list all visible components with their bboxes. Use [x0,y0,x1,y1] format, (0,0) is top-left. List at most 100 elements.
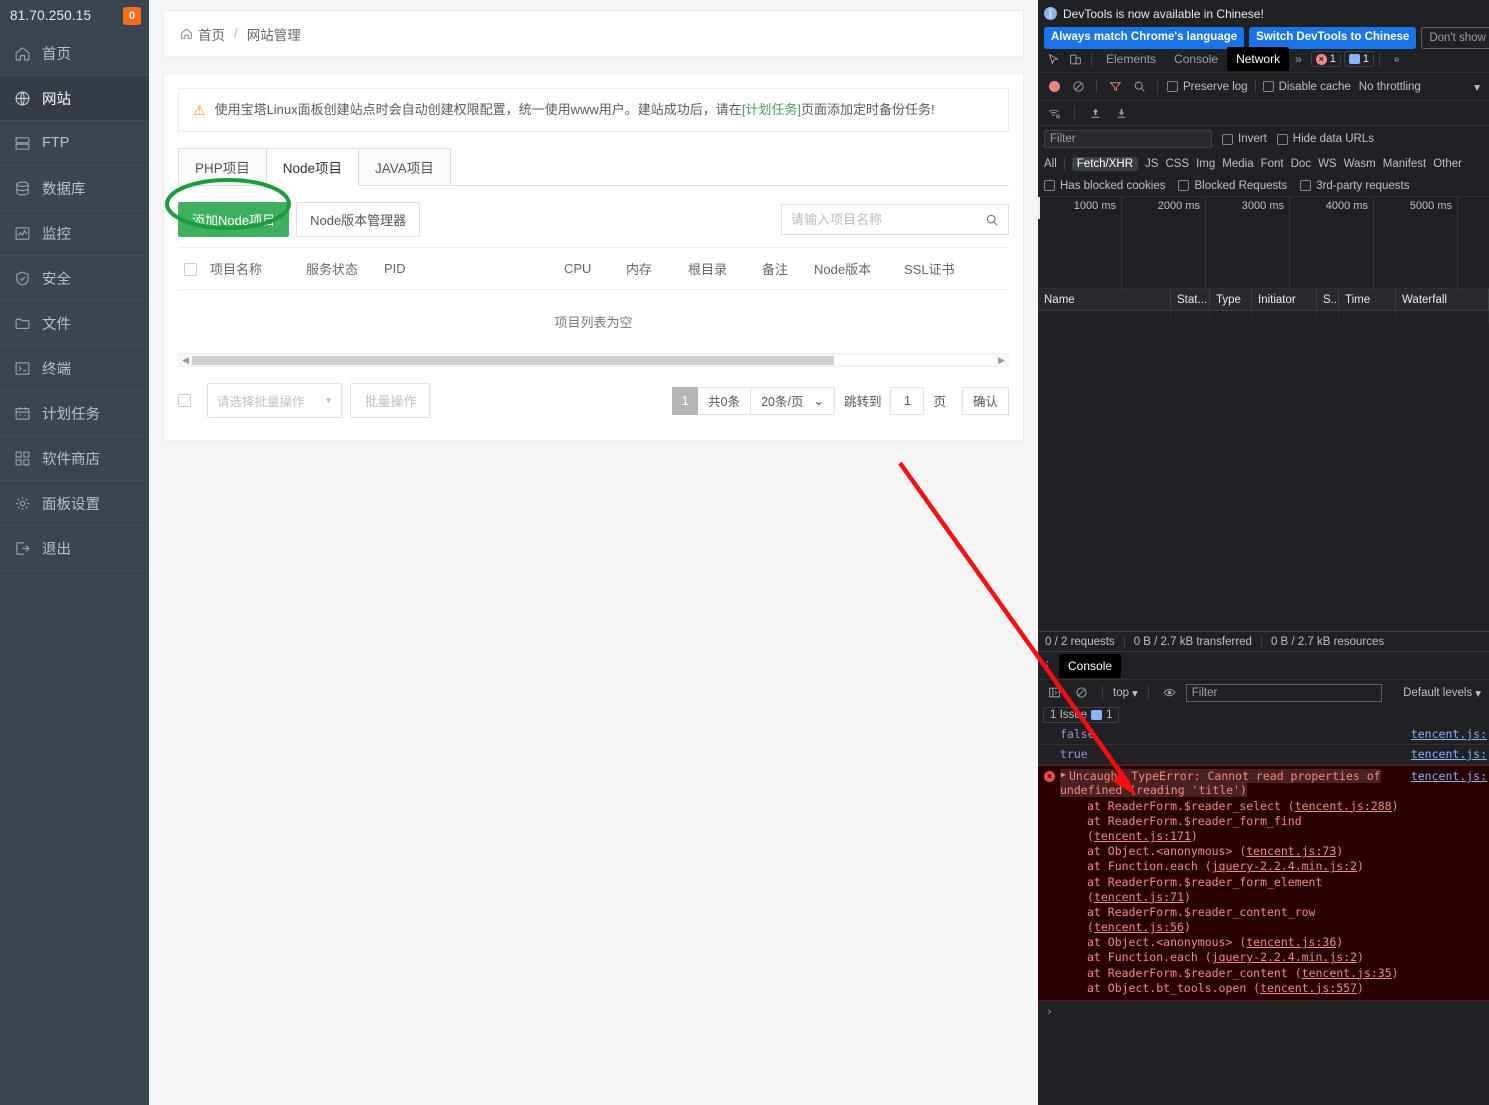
record-button[interactable] [1043,76,1065,98]
network-conditions-icon[interactable] [1043,102,1065,124]
console-error-entry[interactable]: × ▶ Uncaught TypeError: Cannot read prop… [1038,765,1489,1001]
type-filter-manifest[interactable]: Manifest [1383,158,1426,170]
request-table-body[interactable] [1038,311,1489,323]
has-blocked-cookies-box[interactable] [1044,180,1055,191]
sidebar-item-appstore[interactable]: 软件商店 [0,436,149,481]
type-filter-media[interactable]: Media [1222,158,1253,170]
search-icon[interactable] [985,213,999,227]
type-filter-fetch-xhr[interactable]: Fetch/XHR [1071,156,1139,171]
stack-frame-link[interactable]: tencent.js:557 [1260,981,1357,995]
stack-frame-link[interactable]: jquery-2.2.4.min.js:2 [1212,859,1357,873]
has-blocked-cookies-checkbox[interactable]: Has blocked cookies [1044,180,1165,192]
search-box[interactable] [781,204,1009,236]
network-filter-input[interactable]: Filter [1044,130,1212,148]
notification-badge[interactable]: 0 [123,6,141,25]
tab-php-project[interactable]: PHP项目 [178,148,267,187]
scroll-left-icon[interactable]: ◀ [182,355,189,366]
type-filter-ws[interactable]: WS [1318,158,1337,170]
stack-frame-link[interactable]: tencent.js:35 [1302,966,1392,980]
stack-frame-link[interactable]: tencent.js:71 [1094,890,1184,904]
confirm-jump-button[interactable]: 确认 [961,386,1009,415]
sidebar-item-ftp[interactable]: FTP [0,121,149,166]
col-time[interactable]: Time [1339,288,1396,311]
error-count-badge[interactable]: × 1 [1310,51,1341,67]
dont-show-again-button[interactable]: Don't show again [1421,27,1489,49]
col-type[interactable]: Type [1210,288,1252,311]
stack-frame-link[interactable]: tencent.js:56 [1094,920,1184,934]
tab-elements[interactable]: Elements [1097,47,1165,71]
stack-frame-link[interactable]: tencent.js:171 [1094,829,1191,843]
tab-java-project[interactable]: JAVA项目 [358,148,451,187]
console-prompt[interactable]: › [1038,1001,1489,1018]
scrollbar-track[interactable] [191,355,996,365]
console-sidebar-icon[interactable] [1043,682,1065,704]
tab-console[interactable]: Console [1165,47,1227,71]
footer-select-all-checkbox[interactable] [178,394,191,408]
log-levels-select[interactable]: Default levels ▾ [1403,686,1484,700]
col-waterfall[interactable]: Waterfall [1396,288,1489,311]
page-number-1[interactable]: 1 [672,386,699,415]
batch-operation-button[interactable]: 批量操作 [350,383,431,419]
drawer-tab-console[interactable]: Console [1059,653,1122,678]
network-timeline-overview[interactable]: 1000 ms 2000 ms 3000 ms 4000 ms 5000 ms [1038,197,1489,289]
type-filter-font[interactable]: Font [1261,158,1284,170]
sidebar-item-files[interactable]: 文件 [0,301,149,346]
type-filter-all[interactable]: All [1044,158,1057,170]
add-node-project-button[interactable]: 添加Node项目 [178,202,290,238]
col-name[interactable]: Name [1038,288,1171,311]
error-source-link[interactable]: tencent.js: [1411,766,1489,1000]
table-horizontal-scrollbar[interactable]: ◀ ▶ [178,354,1009,368]
select-all-checkbox[interactable] [184,263,197,277]
stack-frame-link[interactable]: jquery-2.2.4.min.js:2 [1212,950,1357,964]
tab-network[interactable]: Network [1227,47,1290,71]
invert-box[interactable] [1222,133,1233,145]
sidebar-item-settings[interactable]: 面板设置 [0,481,149,526]
console-source-link[interactable]: tencent.js: [1411,727,1489,741]
live-expression-eye-icon[interactable] [1159,682,1181,704]
search-input[interactable] [791,212,985,228]
disable-cache-checkbox[interactable]: Disable cache [1262,81,1351,93]
sidebar-item-website[interactable]: 网站 [0,76,149,121]
cron-task-link[interactable]: [计划任务] [742,102,801,117]
type-filter-img[interactable]: Img [1196,158,1215,170]
filter-icon[interactable] [1104,76,1126,98]
console-row-false[interactable]: false tencent.js: [1038,725,1489,745]
scroll-right-icon[interactable]: ▶ [998,355,1005,366]
node-version-manager-button[interactable]: Node版本管理器 [296,202,421,238]
disable-cache-box[interactable] [1262,81,1274,92]
console-filter-input[interactable]: Filter [1185,683,1382,702]
clear-console-icon[interactable] [1070,682,1092,704]
sidebar-item-database[interactable]: 数据库 [0,166,149,211]
search-network-icon[interactable] [1128,76,1150,98]
col-status[interactable]: Stat... [1171,288,1210,311]
console-row-true[interactable]: true tencent.js: [1038,745,1489,765]
third-party-requests-box[interactable] [1300,180,1312,191]
tab-node-project[interactable]: Node项目 [265,148,360,187]
export-har-icon[interactable] [1110,102,1132,124]
per-page-select[interactable]: 20条/页 ⌄ [751,386,835,415]
type-filter-other[interactable]: Other [1433,158,1462,170]
type-filter-css[interactable]: CSS [1165,158,1189,170]
sidebar-item-monitor[interactable]: 监控 [0,211,149,256]
batch-operation-select[interactable]: 请选择批量操作 ▼ [207,383,343,419]
hide-data-urls-checkbox[interactable]: Hide data URLs [1276,133,1374,145]
more-tabs-icon[interactable]: » [1289,52,1308,66]
drawer-menu-icon[interactable]: ⋮ [1042,660,1053,671]
scrollbar-thumb[interactable] [191,355,835,365]
third-party-requests-checkbox[interactable]: 3rd-party requests [1300,180,1410,192]
execution-context-select[interactable]: top ▾ [1113,686,1138,700]
type-filter-doc[interactable]: Doc [1291,158,1311,170]
preserve-log-box[interactable] [1167,81,1178,92]
sidebar-item-cron[interactable]: 计划任务 [0,391,149,436]
sidebar-item-terminal[interactable]: 终端 [0,346,149,391]
blocked-requests-box[interactable] [1178,180,1190,191]
blocked-requests-checkbox[interactable]: Blocked Requests [1178,180,1287,192]
stack-frame-link[interactable]: tencent.js:73 [1246,844,1336,858]
type-filter-js[interactable]: JS [1145,158,1158,170]
col-size[interactable]: S.. [1317,288,1339,311]
console-source-link[interactable]: tencent.js: [1411,747,1489,761]
stack-frame-link[interactable]: tencent.js:36 [1246,935,1336,949]
message-count-badge[interactable]: 1 [1343,51,1375,67]
sidebar-item-home[interactable]: 首页 [0,31,149,76]
col-initiator[interactable]: Initiator [1252,288,1317,311]
